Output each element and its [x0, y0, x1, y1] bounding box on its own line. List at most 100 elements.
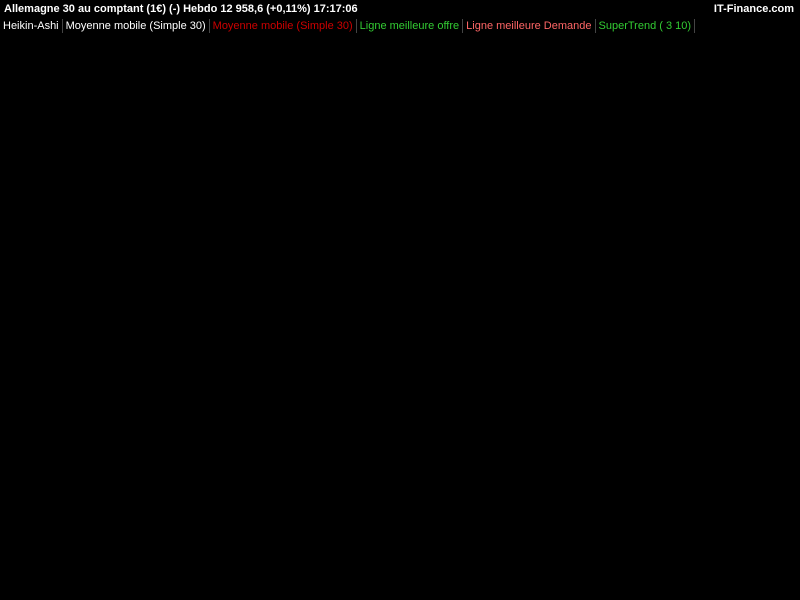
ma-cloud-segment — [610, 236, 617, 285]
stoch-fill-segment — [117, 466, 124, 484]
ma-cloud-segment — [101, 384, 108, 390]
ma-cloud-segment — [91, 384, 97, 394]
stoch-fill-segment — [310, 444, 317, 464]
ma-cloud-segment — [107, 384, 113, 389]
candle-body — [185, 157, 190, 181]
candle-body — [282, 268, 286, 332]
stoch-fill-segment — [133, 444, 140, 458]
candle-body — [705, 130, 710, 144]
candle-body — [126, 354, 131, 377]
ma-cloud-segment — [219, 244, 225, 316]
candle-body — [619, 139, 624, 155]
candle-body — [501, 293, 506, 296]
stoch-fill-segment — [600, 442, 606, 445]
legend-item[interactable]: Heikin-Ashi — [0, 19, 63, 33]
ma-cloud-segment — [701, 142, 708, 172]
stoch-fill-segment — [637, 442, 643, 448]
stoch-fill-segment — [691, 496, 697, 506]
x-tick-label: juil. — [417, 587, 435, 599]
stoch-fill-segment — [37, 496, 43, 506]
candle-body — [255, 244, 260, 259]
candle-body — [699, 122, 704, 140]
stoch-fill-segment — [482, 444, 488, 457]
candle-body — [592, 166, 597, 188]
ma-cloud-segment — [348, 280, 354, 300]
candle-body — [78, 403, 83, 415]
ma-cloud-segment — [85, 384, 92, 395]
ma-cloud-segment — [492, 325, 499, 329]
stoch-y-tick: 0 — [756, 513, 762, 525]
rsi-value: 75,461 — [752, 532, 786, 544]
stoch-fill-segment — [53, 483, 59, 501]
price-label: 11 476,6 — [752, 201, 792, 213]
price-label: 12 909,0 — [752, 69, 793, 81]
legend-item[interactable]: Ligne meilleure offre — [356, 19, 464, 33]
stoch-fill-segment — [530, 440, 536, 463]
stoch-fill-segment — [380, 470, 386, 506]
stoch-d-value: 58,908 — [752, 462, 786, 474]
ma-cloud-segment — [133, 372, 140, 381]
stoch-fill-segment — [433, 483, 440, 501]
candle-body — [180, 166, 184, 196]
stoch-fill-segment — [235, 492, 242, 500]
candle-body — [683, 94, 688, 117]
resistance-trendline — [94, 47, 749, 127]
ma-cloud-segment — [605, 243, 611, 290]
candle-body — [217, 203, 222, 222]
ma-cloud-segment — [251, 229, 258, 296]
stoch-fill-segment — [262, 440, 268, 454]
ma-cloud-segment — [144, 360, 150, 377]
price-label: 12 441,3 — [752, 112, 793, 124]
ma-cloud-segment — [332, 274, 338, 299]
moving-average-line — [10, 125, 741, 396]
legend-item[interactable]: SuperTrend ( 3 10) — [595, 19, 696, 33]
ma-cloud-segment — [433, 320, 440, 329]
candle-body — [517, 285, 522, 307]
stoch-fill-segment — [192, 470, 199, 488]
ma-cloud-segment — [32, 379, 38, 383]
stoch-fill-segment — [562, 442, 568, 445]
candle-body — [474, 299, 479, 319]
stoch-fill-segment — [492, 450, 499, 484]
y-tick-label: 9 500 — [754, 382, 782, 394]
stoch-fill-segment — [696, 479, 702, 503]
y-tick-label: 11 500 — [754, 198, 787, 210]
instrument-title: Allemagne 30 au comptant (1€) (-) Hebdo … — [4, 3, 358, 15]
legend-item[interactable]: Ligne meilleure Demande — [463, 19, 596, 33]
stoch-fill-segment — [610, 440, 617, 443]
candle-body — [485, 281, 490, 300]
stoch-fill-segment — [476, 449, 483, 463]
x-tick-label: oct. — [265, 587, 283, 599]
candle-body — [287, 300, 292, 337]
candle-body — [158, 226, 163, 268]
stoch-k-value: 88,675 — [752, 437, 786, 449]
stoch-fill-segment — [385, 487, 392, 510]
candle-body — [608, 148, 613, 164]
rsi-y-tick: 20 — [756, 565, 768, 577]
ma-cloud-segment — [460, 326, 467, 337]
ma-cloud-segment — [112, 383, 118, 389]
legend-item[interactable]: Moyenne mobile (Simple 30) — [209, 19, 357, 33]
stoch-fill-segment — [551, 440, 558, 444]
chart-header: Allemagne 30 au comptant (1€) (-) Hebdo … — [0, 0, 800, 18]
stoch-fill-segment — [535, 440, 542, 451]
stoch-fill-segment — [621, 442, 627, 445]
candle-body — [190, 169, 195, 172]
watermark: © IT-Finance.com — [4, 416, 83, 427]
candle-body — [737, 69, 742, 113]
y-tick-label: 12 500 — [754, 107, 788, 119]
stoch-fill-segment — [364, 440, 370, 454]
candle-body — [340, 265, 345, 273]
ma-cloud-segment — [594, 258, 601, 300]
stoch-fill-segment — [16, 457, 22, 475]
stoch-y-tick: 60 — [756, 461, 768, 473]
stoch-fill-segment — [396, 466, 402, 501]
candle-body — [378, 333, 383, 378]
legend-item[interactable]: Moyenne mobile (Simple 30) — [62, 19, 210, 33]
candle-body — [121, 368, 126, 386]
candle-body — [346, 268, 351, 282]
stoch-fill-segment — [701, 457, 708, 495]
ma-cloud-segment — [208, 256, 215, 325]
candle-body — [308, 276, 313, 310]
ma-cloud-segment — [557, 301, 563, 319]
